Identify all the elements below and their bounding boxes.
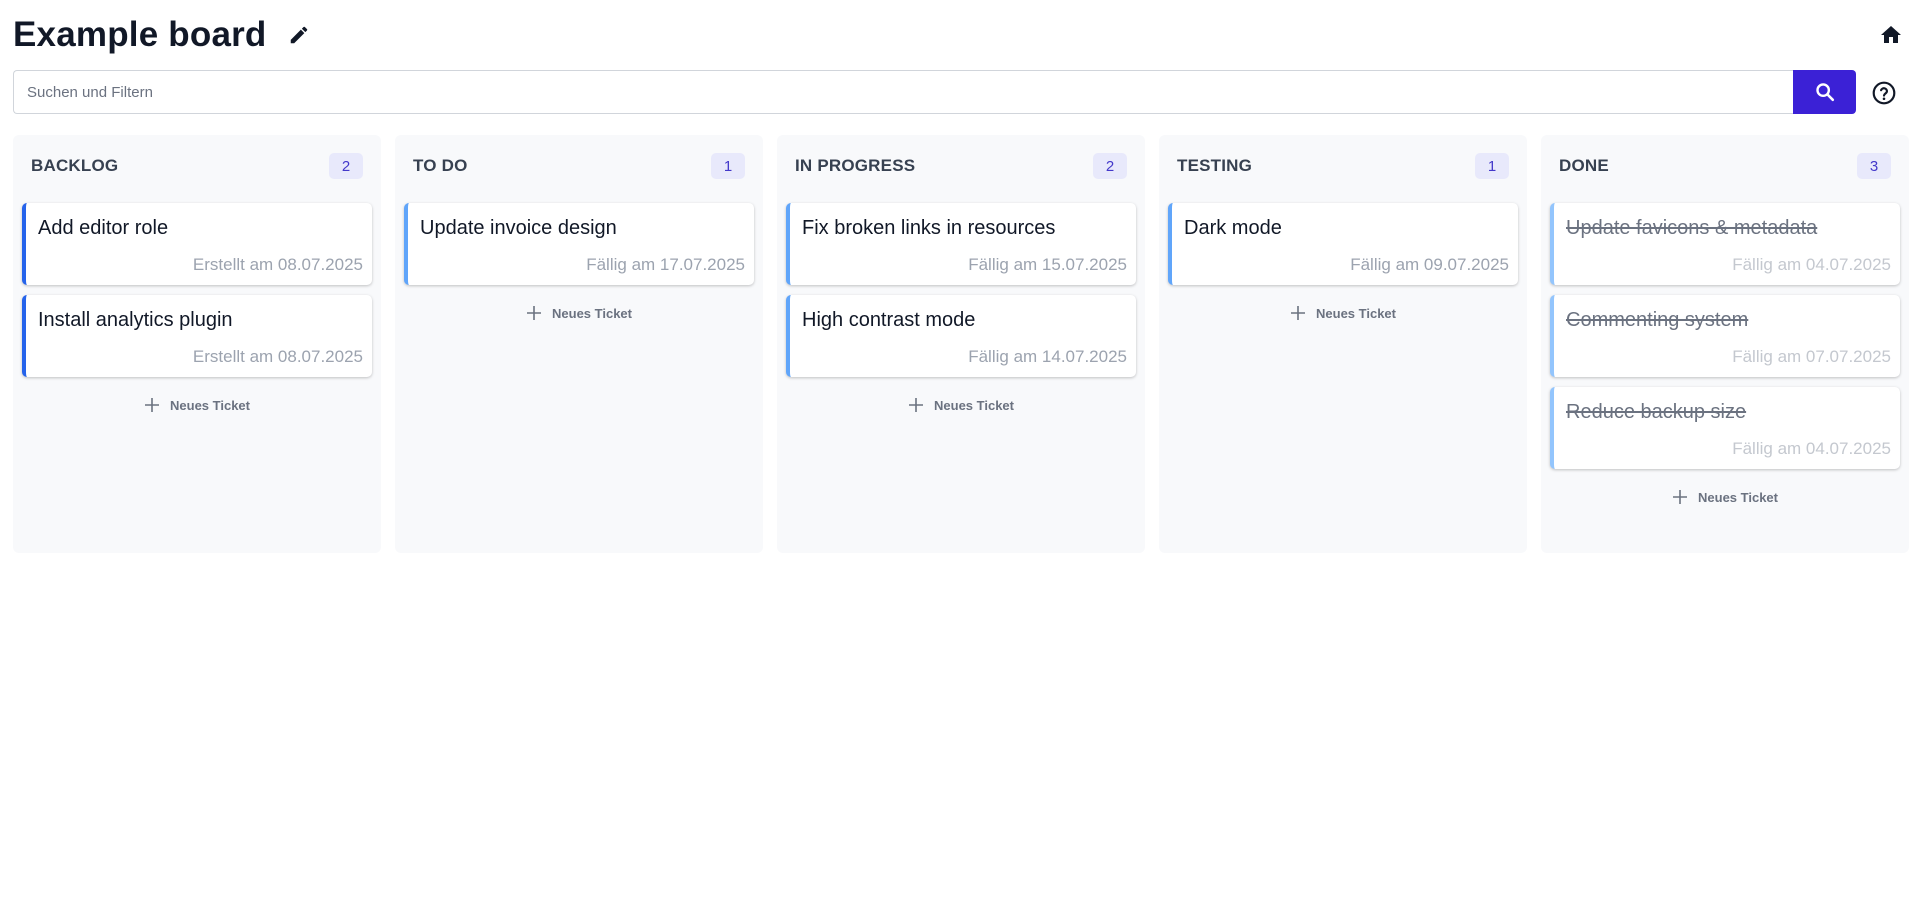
ticket-title: Dark mode (1184, 217, 1282, 239)
ticket-title: High contrast mode (802, 309, 976, 331)
ticket-card[interactable]: Fix broken links in resources Fällig am … (786, 203, 1136, 285)
ticket-date: Fällig am 04.07.2025 (1732, 439, 1891, 458)
ticket-date: Erstellt am 08.07.2025 (192, 255, 363, 274)
ticket-title: Reduce backup size (1566, 401, 1747, 423)
search-input[interactable] (13, 70, 1793, 114)
new-ticket-label: Neues Ticket (1698, 489, 1778, 505)
new-ticket-button[interactable]: Neues Ticket (404, 301, 754, 325)
search-bar (13, 70, 1856, 114)
new-ticket-label: Neues Ticket (934, 397, 1014, 413)
column-count-badge: 3 (1857, 153, 1891, 179)
column-title: IN PROGRESS (795, 156, 916, 175)
new-ticket-label: Neues Ticket (170, 397, 250, 413)
ticket-date: Fällig am 17.07.2025 (586, 255, 745, 274)
plus-icon (1291, 306, 1306, 320)
search-icon (1815, 83, 1834, 102)
new-ticket-button[interactable]: Neues Ticket (786, 393, 1136, 417)
card-list: Update favicons & metadata Fällig am 04.… (1550, 203, 1900, 469)
ticket-date: Fällig am 14.07.2025 (968, 347, 1127, 366)
ticket-date: Fällig am 07.07.2025 (1732, 347, 1891, 366)
column-count-badge: 1 (711, 153, 745, 179)
help-button[interactable] (1870, 79, 1898, 107)
page-header: Example board (13, 12, 1906, 58)
ticket-card-done[interactable]: Reduce backup size Fällig am 04.07.2025 (1550, 387, 1900, 469)
ticket-date: Fällig am 15.07.2025 (968, 255, 1127, 274)
column-count-badge: 2 (329, 153, 363, 179)
column-todo: TO DO 1 Update invoice design Fällig am … (395, 135, 763, 553)
ticket-card-done[interactable]: Commenting system Fällig am 07.07.2025 (1550, 295, 1900, 377)
new-ticket-label: Neues Ticket (552, 305, 632, 321)
ticket-date: Fällig am 09.07.2025 (1350, 255, 1509, 274)
home-icon (1881, 26, 1901, 43)
ticket-card[interactable]: Update invoice design Fällig am 17.07.20… (404, 203, 754, 285)
column-testing: TESTING 1 Dark mode Fällig am 09.07.2025… (1159, 135, 1527, 553)
ticket-date: Fällig am 04.07.2025 (1732, 255, 1891, 274)
plus-icon (909, 398, 924, 412)
new-ticket-button[interactable]: Neues Ticket (22, 393, 372, 417)
edit-title-button[interactable] (285, 21, 313, 49)
page-title: Example board (13, 15, 267, 54)
column-header: TESTING 1 (1168, 135, 1518, 197)
ticket-title: Add editor role (38, 217, 169, 239)
column-header: TO DO 1 (404, 135, 754, 197)
plus-icon (527, 306, 542, 320)
ticket-title: Update favicons & metadata (1566, 217, 1818, 239)
plus-icon (1673, 490, 1688, 504)
new-ticket-label: Neues Ticket (1316, 305, 1396, 321)
column-header: IN PROGRESS 2 (786, 135, 1136, 197)
column-header: BACKLOG 2 (22, 135, 372, 197)
ticket-card[interactable]: Install analytics plugin Erstellt am 08.… (22, 295, 372, 377)
ticket-title: Commenting system (1566, 309, 1749, 331)
ticket-title: Update invoice design (420, 217, 617, 239)
column-title: TESTING (1177, 156, 1253, 175)
ticket-card[interactable]: Add editor role Erstellt am 08.07.2025 (22, 203, 372, 285)
kanban-board: BACKLOG 2 Add editor role Erstellt am 08… (13, 135, 1909, 553)
ticket-card[interactable]: Dark mode Fällig am 09.07.2025 (1168, 203, 1518, 285)
board-page: Example board Suchen und Filtern BACKLOG… (0, 0, 1919, 918)
column-count-badge: 2 (1093, 153, 1127, 179)
card-list: Add editor role Erstellt am 08.07.2025 I… (22, 203, 372, 377)
column-title: TO DO (413, 156, 468, 175)
ticket-date: Erstellt am 08.07.2025 (192, 347, 363, 366)
ticket-title: Install analytics plugin (38, 309, 233, 331)
new-ticket-button[interactable]: Neues Ticket (1168, 301, 1518, 325)
card-list: Fix broken links in resources Fällig am … (786, 203, 1136, 377)
column-in-progress: IN PROGRESS 2 Fix broken links in resour… (777, 135, 1145, 553)
ticket-card-done[interactable]: Update favicons & metadata Fällig am 04.… (1550, 203, 1900, 285)
column-count-badge: 1 (1475, 153, 1509, 179)
column-backlog: BACKLOG 2 Add editor role Erstellt am 08… (13, 135, 381, 553)
card-list: Dark mode Fällig am 09.07.2025 (1168, 203, 1518, 285)
ticket-card[interactable]: High contrast mode Fällig am 14.07.2025 (786, 295, 1136, 377)
ticket-title: Fix broken links in resources (802, 217, 1056, 239)
search-button[interactable] (1793, 70, 1856, 114)
column-done: DONE 3 Update favicons & metadata Fällig… (1541, 135, 1909, 553)
new-ticket-button[interactable]: Neues Ticket (1550, 485, 1900, 509)
column-title: DONE (1559, 156, 1609, 175)
column-title: BACKLOG (31, 156, 119, 175)
home-button[interactable] (1876, 20, 1906, 50)
column-header: DONE 3 (1550, 135, 1900, 197)
card-list: Update invoice design Fällig am 17.07.20… (404, 203, 754, 285)
pencil-icon (290, 26, 307, 44)
plus-icon (145, 398, 160, 412)
help-circle-icon (1872, 81, 1896, 105)
